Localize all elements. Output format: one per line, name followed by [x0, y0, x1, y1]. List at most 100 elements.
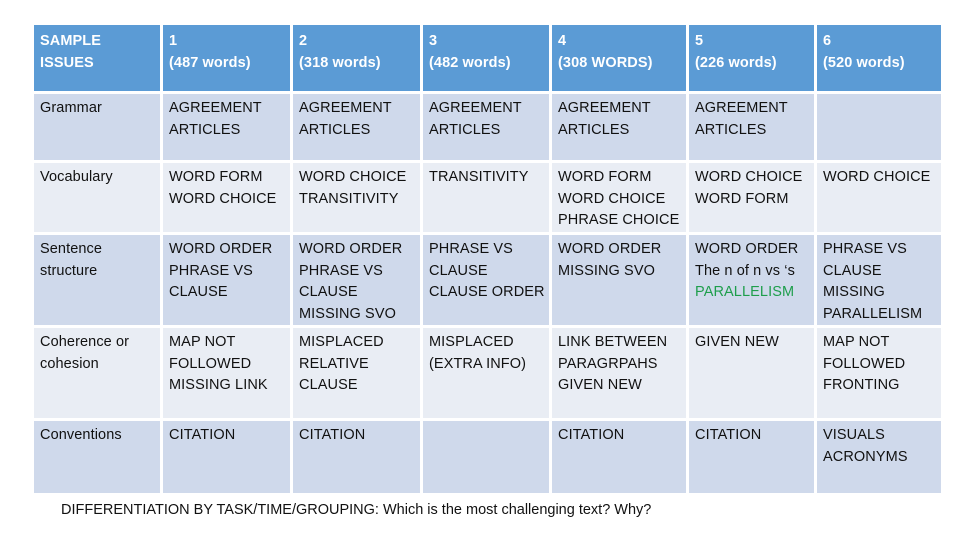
cell-line: (482 words)	[429, 54, 511, 71]
header-row: SAMPLE ISSUES 1 (487 words) 2 (318 words) 3…	[34, 25, 941, 94]
cell-line: CITATION	[299, 427, 366, 443]
table-row-grammar: Grammar AGREEMENT ARTICLES AGREEMENT ARTICLE…	[34, 94, 941, 163]
cell-line: Vocabulary	[40, 169, 113, 185]
cell-line: CITATION	[169, 427, 236, 443]
cell-line: The n of n vs ‘s	[695, 262, 795, 279]
header-cell-sample-issues: SAMPLE ISSUES	[34, 25, 163, 94]
issue-cell-text-6: MAP NOT FOLLOWED FRONTING	[817, 328, 941, 421]
cell-line: ARTICLES	[299, 121, 371, 138]
header-cell-text-1: 1 (487 words)	[163, 25, 293, 94]
issue-cell-text-5: CITATION	[689, 421, 817, 493]
cell-line: AGREEMENT	[558, 100, 651, 116]
cell-line: PARAGRPAHS	[558, 355, 658, 372]
caption-question: DIFFERENTIATION BY TASK/TIME/GROUPING: W…	[61, 502, 652, 518]
issue-cell-text-2: MISPLACED RELATIVE CLAUSE	[293, 328, 423, 421]
issue-cell-text-1: AGREEMENT ARTICLES	[163, 94, 293, 163]
cell-line: WORD CHOICE	[558, 190, 666, 207]
cell-line: WORD CHOICE	[823, 169, 931, 185]
cell-line: PHRASE VS	[169, 262, 253, 279]
cell-line: WORD FORM	[169, 169, 263, 185]
cell-line: WORD CHOICE	[695, 169, 803, 185]
cell-line: MISSING LINK	[169, 377, 268, 393]
cell-line: MISPLACED	[429, 334, 514, 350]
issue-cell-text-4: CITATION	[552, 421, 689, 493]
cell-line: 6	[823, 33, 832, 49]
header-cell-text-2: 2 (318 words)	[293, 25, 423, 94]
table-body: Grammar AGREEMENT ARTICLES AGREEMENT ARTICLE…	[34, 94, 941, 493]
cell-line: (308 WORDS)	[558, 54, 653, 71]
cell-line: MAP NOT	[169, 334, 236, 350]
row-label: Coherence or cohesion	[34, 328, 163, 421]
issue-cell-text-3	[423, 421, 552, 493]
issue-cell-text-6: PHRASE VS CLAUSE MISSING PARALLELISM	[817, 235, 941, 328]
cell-line: FOLLOWED	[823, 355, 906, 372]
cell-line: PARALLELISM	[823, 305, 923, 322]
cell-line: 2	[299, 33, 308, 49]
cell-line: PHRASE VS	[299, 262, 383, 279]
header-cell-text-4: 4 (308 WORDS)	[552, 25, 689, 94]
issue-cell-text-1: CITATION	[163, 421, 293, 493]
table-row-coherence-cohesion: Coherence or cohesion MAP NOT FOLLOWED MISSI…	[34, 328, 941, 421]
issue-cell-text-5: GIVEN NEW	[689, 328, 817, 421]
cell-line: CLAUSE	[299, 377, 358, 393]
cell-line: CITATION	[695, 427, 762, 443]
cell-line: AGREEMENT	[169, 100, 262, 116]
cell-line: CITATION	[558, 427, 625, 443]
cell-line: Sentence	[40, 241, 103, 257]
cell-line: structure	[40, 262, 98, 279]
issue-cell-text-2: CITATION	[293, 421, 423, 493]
cell-line: Grammar	[40, 100, 102, 116]
cell-line: 5	[695, 33, 704, 49]
cell-line: ARTICLES	[558, 121, 630, 138]
cell-line: Coherence or	[40, 334, 130, 350]
table-row-conventions: Conventions CITATION CITATION CITATION CITAT…	[34, 421, 941, 493]
cell-line: ARTICLES	[169, 121, 241, 138]
issue-cell-text-6: WORD CHOICE	[817, 163, 941, 235]
cell-line: PHRASE VS	[429, 241, 513, 257]
cell-line: ARTICLES	[695, 121, 767, 138]
cell-line: cohesion	[40, 355, 99, 372]
issue-cell-text-5: WORD CHOICE WORD FORM	[689, 163, 817, 235]
cell-line: SAMPLE	[40, 33, 102, 49]
issue-cell-text-1: WORD ORDER PHRASE VS CLAUSE	[163, 235, 293, 328]
row-label: Sentence structure	[34, 235, 163, 328]
header-cell-text-6: 6 (520 words)	[817, 25, 941, 94]
issue-cell-text-5: WORD ORDER The n of n vs ‘s PARALLELISM	[689, 235, 817, 328]
cell-line: (520 words)	[823, 54, 905, 71]
issue-cell-text-6	[817, 94, 941, 163]
issue-cell-text-3: TRANSITIVITY	[423, 163, 552, 235]
issue-cell-text-1: WORD FORM WORD CHOICE	[163, 163, 293, 235]
sample-issues-table: SAMPLE ISSUES 1 (487 words) 2 (318 words) 3…	[34, 25, 941, 493]
cell-line: GIVEN NEW	[695, 334, 779, 350]
cell-line: PHRASE VS	[823, 241, 907, 257]
issue-cell-text-2: AGREEMENT ARTICLES	[293, 94, 423, 163]
cell-line: 4	[558, 33, 567, 49]
issue-cell-text-4: LINK BETWEEN PARAGRPAHS GIVEN NEW	[552, 328, 689, 421]
cell-line: WORD ORDER	[169, 241, 273, 257]
cell-line: VISUALS	[823, 427, 885, 443]
cell-line: ARTICLES	[429, 121, 501, 138]
cell-line: WORD FORM	[695, 190, 789, 207]
issue-cell-text-1: MAP NOT FOLLOWED MISSING LINK	[163, 328, 293, 421]
issue-cell-text-4: WORD FORM WORD CHOICE PHRASE CHOICE	[552, 163, 689, 235]
cell-line: MISSING SVO	[558, 262, 655, 279]
cell-line: 1	[169, 33, 178, 49]
row-label: Vocabulary	[34, 163, 163, 235]
cell-line: CLAUSE ORDER	[429, 284, 545, 300]
row-label: Grammar	[34, 94, 163, 163]
table-row-vocabulary: Vocabulary WORD FORM WORD CHOICE WORD CHOIC…	[34, 163, 941, 235]
cell-line: FOLLOWED	[169, 355, 252, 372]
cell-line: CLAUSE	[429, 262, 488, 279]
cell-line: (318 words)	[299, 54, 381, 71]
cell-line: (487 words)	[169, 54, 251, 71]
cell-line: LINK BETWEEN	[558, 334, 668, 350]
cell-line: MISSING SVO	[299, 305, 396, 322]
cell-line: MAP NOT	[823, 334, 890, 350]
issue-cell-text-5: AGREEMENT ARTICLES	[689, 94, 817, 163]
cell-line-highlighted: PARALLELISM	[695, 284, 795, 300]
header-cell-text-5: 5 (226 words)	[689, 25, 817, 94]
cell-line: WORD CHOICE	[299, 169, 407, 185]
cell-line: AGREEMENT	[299, 100, 392, 116]
table-row-sentence-structure: Sentence structure WORD ORDER PHRASE VS CLAU…	[34, 235, 941, 328]
cell-line: RELATIVE	[299, 355, 369, 372]
